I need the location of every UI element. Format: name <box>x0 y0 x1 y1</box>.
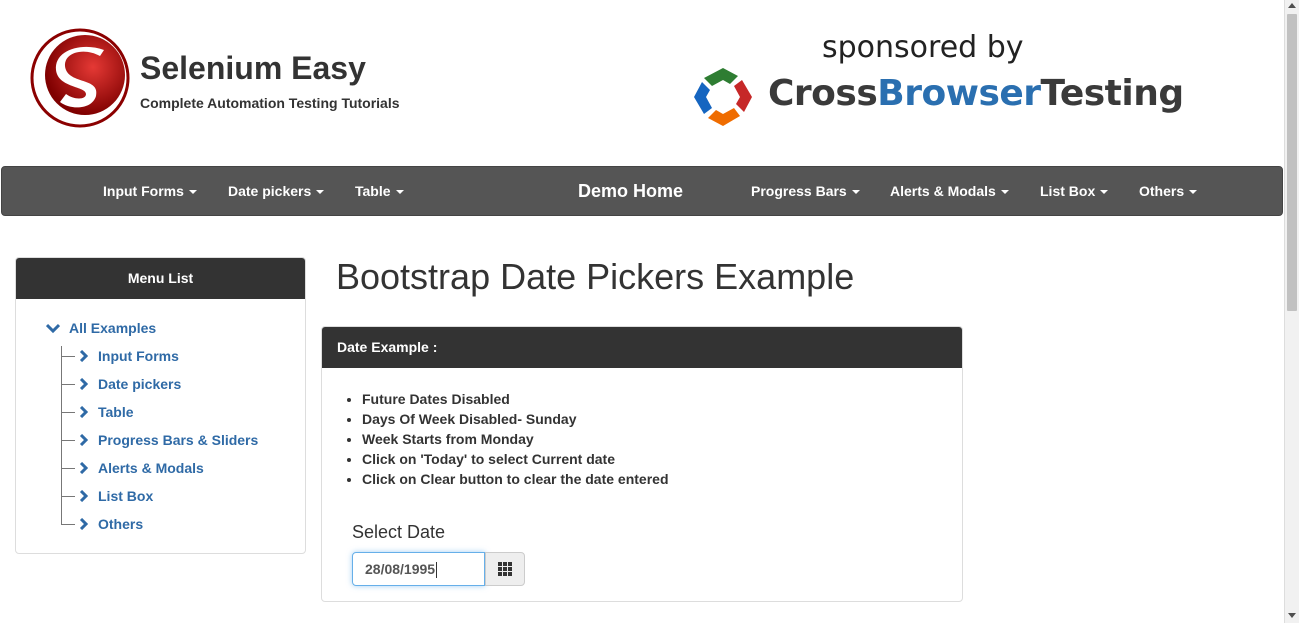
caret-down-icon <box>1189 190 1198 195</box>
tree-branch-line <box>61 495 75 497</box>
nav-label: List Box <box>1040 183 1096 199</box>
tree-branch-line <box>61 523 75 525</box>
sidebar-item-label: Table <box>98 404 134 420</box>
caret-down-icon <box>1000 190 1009 195</box>
sidebar-title: Menu List <box>16 258 305 299</box>
sponsor-name-browser: Browser <box>877 73 1041 114</box>
chevron-right-icon <box>79 462 88 474</box>
calendar-grid-icon <box>498 562 512 576</box>
main-navbar: Input Forms Date pickers Table Demo Home… <box>1 166 1283 216</box>
brand-title[interactable]: Selenium Easy <box>140 50 366 87</box>
chevron-down-icon <box>46 323 60 334</box>
sidebar-item-progress-bars[interactable]: Progress Bars & Sliders <box>61 430 258 450</box>
caret-down-icon <box>1100 190 1109 195</box>
select-date-label: Select Date <box>352 522 446 542</box>
sidebar-item-label: Input Forms <box>98 348 179 364</box>
scroll-down-arrow-icon[interactable] <box>1288 613 1296 618</box>
nav-progress-bars[interactable]: Progress Bars <box>751 167 860 215</box>
caret-down-icon <box>316 190 325 195</box>
date-example-panel: Date Example : Future Dates Disabled Day… <box>321 326 963 602</box>
nav-table[interactable]: Table <box>355 167 404 215</box>
caret-down-icon <box>851 190 860 195</box>
sidebar-item-list-box[interactable]: List Box <box>61 486 153 506</box>
chevron-right-icon <box>79 434 88 446</box>
nav-alerts-modals[interactable]: Alerts & Modals <box>890 167 1009 215</box>
site-header: Selenium Easy Complete Automation Testin… <box>0 0 1284 160</box>
nav-label: Date pickers <box>228 183 312 199</box>
chevron-right-icon <box>79 378 88 390</box>
sidebar-item-label: Others <box>98 516 144 532</box>
sponsor-name-testing: Testing <box>1040 73 1185 114</box>
scrollbar-thumb[interactable] <box>1287 14 1297 311</box>
caret-down-icon <box>395 190 404 195</box>
tree-branch-line <box>61 411 75 413</box>
list-item: Click on 'Today' to select Current date <box>362 449 669 469</box>
sidebar-item-others[interactable]: Others <box>61 514 143 534</box>
chevron-right-icon <box>79 350 88 362</box>
sidebar-item-alerts-modals[interactable]: Alerts & Modals <box>61 458 204 478</box>
nav-label: Input Forms <box>103 183 184 199</box>
tree-branch-line <box>61 467 75 469</box>
list-item: Future Dates Disabled <box>362 389 669 409</box>
sidebar-item-label: List Box <box>98 488 154 504</box>
list-item: Week Starts from Monday <box>362 429 669 449</box>
scroll-up-arrow-icon[interactable] <box>1288 3 1296 8</box>
nav-demo-home[interactable]: Demo Home <box>578 167 683 215</box>
nav-label: Alerts & Modals <box>890 183 996 199</box>
tree-branch-line <box>61 355 75 357</box>
sidebar-item-input-forms[interactable]: Input Forms <box>61 346 179 366</box>
sidebar-menu: Menu List All Examples Input Forms Date … <box>15 257 306 554</box>
date-input[interactable]: 28/08/1995 <box>352 552 485 586</box>
nav-input-forms[interactable]: Input Forms <box>103 167 197 215</box>
sponsor-name-cross: Cross <box>768 73 878 114</box>
sidebar-item-label: Alerts & Modals <box>98 460 204 476</box>
nav-date-pickers[interactable]: Date pickers <box>228 167 325 215</box>
panel-title: Date Example : <box>322 327 962 368</box>
vertical-scrollbar[interactable] <box>1284 0 1299 623</box>
sidebar-item-table[interactable]: Table <box>61 402 134 422</box>
nav-others[interactable]: Others <box>1139 167 1198 215</box>
nav-label: Table <box>355 183 391 199</box>
selenium-easy-logo-icon[interactable] <box>30 28 130 128</box>
chevron-right-icon <box>79 406 88 418</box>
nav-list-box[interactable]: List Box <box>1040 167 1109 215</box>
sidebar-item-label: Progress Bars & Sliders <box>98 432 259 448</box>
sidebar-item-label: Date pickers <box>98 376 182 392</box>
date-input-value: 28/08/1995 <box>365 561 436 577</box>
page-title: Bootstrap Date Pickers Example <box>336 256 855 297</box>
nav-label: Others <box>1139 183 1185 199</box>
sponsored-by-text: sponsored by <box>822 30 1024 65</box>
sidebar-item-date-pickers[interactable]: Date pickers <box>61 374 181 394</box>
calendar-button[interactable] <box>485 552 525 586</box>
tree-branch-line <box>61 439 75 441</box>
feature-list: Future Dates Disabled Days Of Week Disab… <box>362 389 669 489</box>
nav-label: Progress Bars <box>751 183 847 199</box>
list-item: Click on Clear button to clear the date … <box>362 469 669 489</box>
crossbrowsertesting-logo-icon[interactable] <box>692 66 754 128</box>
chevron-right-icon <box>79 490 88 502</box>
chevron-right-icon <box>79 518 88 530</box>
text-cursor <box>436 562 438 579</box>
sidebar-item-all-examples[interactable]: All Examples <box>46 320 156 336</box>
tree-branch-line <box>61 383 75 385</box>
brand-subtitle: Complete Automation Testing Tutorials <box>140 95 400 111</box>
sponsor-name[interactable]: CrossBrowserTesting <box>768 73 1184 114</box>
list-item: Days Of Week Disabled- Sunday <box>362 409 669 429</box>
caret-down-icon <box>188 190 197 195</box>
sidebar-item-label: All Examples <box>69 320 157 336</box>
